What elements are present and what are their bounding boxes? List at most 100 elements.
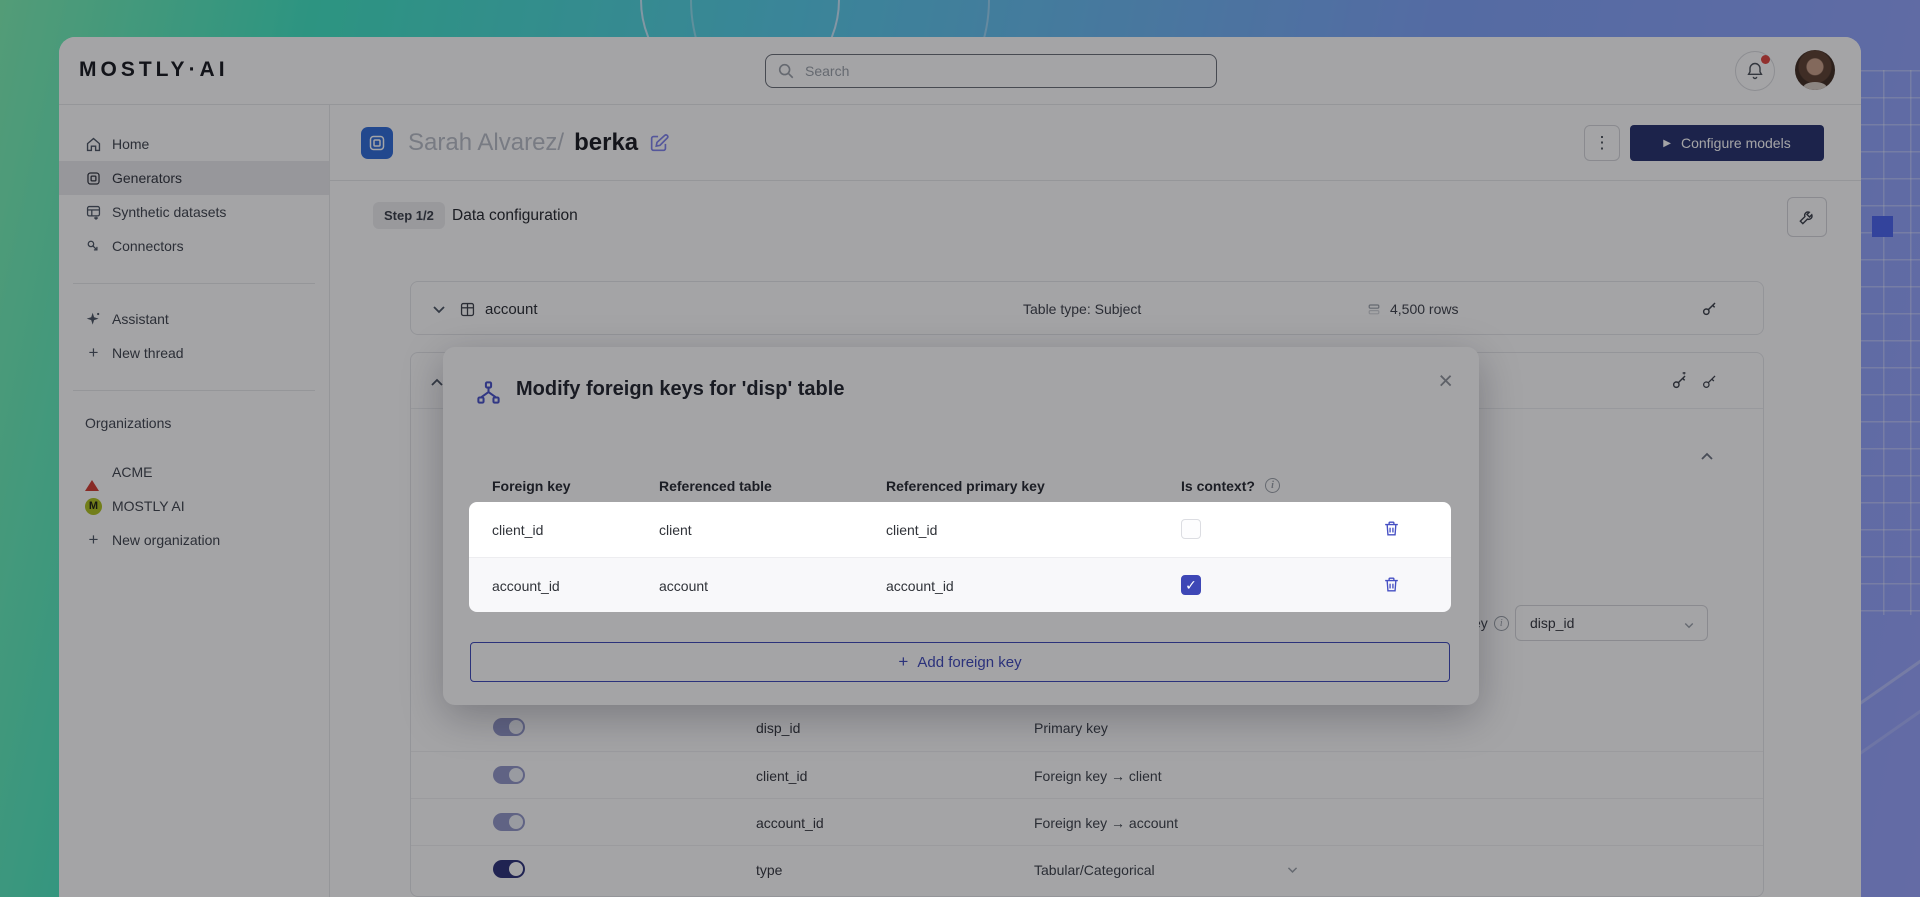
column-row-disp-id: disp_id Primary key [411, 704, 1763, 751]
sidebar-divider [73, 390, 315, 391]
sidebar-item-connectors[interactable]: Connectors [59, 229, 329, 263]
sidebar-item-assistant[interactable]: Assistant [59, 302, 329, 336]
table-type: Table type: Subject [1023, 301, 1142, 317]
foreign-key-cell: account_id [492, 577, 560, 594]
sidebar-item-label: Synthetic datasets [112, 204, 227, 220]
bell-icon [1747, 62, 1763, 80]
trash-icon [1384, 577, 1398, 592]
acme-logo-icon [85, 463, 102, 491]
sidebar-item-label: Home [112, 136, 150, 152]
foreign-key-cell: client_id [492, 521, 544, 538]
search-bar[interactable] [765, 54, 1217, 88]
more-options-button[interactable]: ⋮ [1584, 125, 1620, 161]
mostly-ai-org-icon: M [85, 497, 102, 515]
close-icon[interactable]: × [1438, 369, 1453, 394]
is-context-checkbox[interactable]: ✓ [1181, 575, 1201, 595]
chevron-down-icon[interactable] [431, 301, 447, 317]
column-header: Is context? [1181, 478, 1255, 494]
key-icon[interactable] [1700, 299, 1719, 318]
configure-models-button[interactable]: ▶ Configure models [1630, 125, 1824, 161]
workspace-settings-button[interactable] [1787, 197, 1827, 237]
trash-icon [1384, 521, 1398, 536]
add-foreign-key-label: Add foreign key [917, 653, 1022, 671]
play-icon: ▶ [1663, 137, 1671, 149]
column-encoding: Foreign key → client [1034, 767, 1162, 784]
info-icon: i [1493, 615, 1509, 631]
kebab-icon: ⋮ [1593, 133, 1611, 152]
sidebar-item-label: ACME [112, 464, 153, 480]
modal-title: Modify foreign keys for 'disp' table [516, 378, 845, 400]
generator-name: berka [574, 129, 639, 156]
generator-icon [361, 127, 393, 159]
plus-icon: + [88, 343, 99, 362]
account-table-card: account Table type: Subject 4,500 rows [410, 281, 1764, 335]
add-foreign-key-button[interactable]: + Add foreign key [470, 642, 1450, 682]
chevron-up-icon[interactable] [1699, 449, 1715, 465]
column-toggle[interactable] [493, 718, 525, 736]
chip-icon [87, 171, 100, 185]
dataset-icon [86, 205, 101, 220]
sidebar-item-org-acme[interactable]: ACME [59, 455, 329, 491]
desktop-background: MOSTLY·AI Home Generators S [0, 0, 1920, 897]
column-name: disp_id [756, 719, 801, 736]
primary-key-value: disp_id [1530, 615, 1575, 631]
column-name: client_id [756, 767, 808, 784]
generator-title: Sarah Alvarez/berka [408, 105, 670, 181]
step-badge: Step 1/2 [373, 202, 445, 229]
column-header: Foreign key [492, 478, 571, 494]
column-name: account_id [756, 814, 824, 831]
chevron-down-icon [1684, 623, 1694, 629]
rows-icon [1368, 304, 1380, 315]
sidebar-item-label: New thread [112, 345, 184, 361]
modify-foreign-keys-modal: Modify foreign keys for 'disp' table × F… [443, 347, 1479, 705]
chevron-down-icon[interactable] [1286, 863, 1299, 876]
user-avatar[interactable] [1795, 50, 1835, 90]
home-icon [86, 137, 101, 151]
generator-header: Sarah Alvarez/berka ⋮ ▶ Configure models [330, 105, 1861, 181]
column-row-account-id: account_id Foreign key → account [411, 798, 1763, 845]
delete-row-button[interactable] [1381, 519, 1401, 539]
sidebar-item-synthetic-datasets[interactable]: Synthetic datasets [59, 195, 329, 229]
sidebar-item-new-organization[interactable]: + New organization [59, 523, 329, 557]
column-header: Referenced primary key [886, 478, 1045, 494]
row-count-label: 4,500 rows [1390, 301, 1459, 317]
sidebar-item-org-mostly-ai[interactable]: M MOSTLY AI [59, 489, 329, 523]
edit-icon[interactable] [648, 132, 670, 154]
column-encoding: Foreign key → account [1034, 814, 1178, 831]
search-input[interactable] [795, 55, 1216, 87]
delete-row-button[interactable] [1381, 575, 1401, 595]
search-icon [778, 63, 794, 79]
column-toggle[interactable] [493, 766, 525, 784]
notifications-button[interactable] [1735, 51, 1775, 91]
sidebar-item-new-thread[interactable]: + New thread [59, 336, 329, 370]
sidebar-divider [73, 283, 315, 284]
wrench-icon [1799, 211, 1813, 225]
sidebar-item-label: MOSTLY AI [112, 498, 185, 514]
referenced-table-cell: client [659, 521, 692, 538]
decor-streak [1853, 614, 1920, 709]
referenced-primary-key-cell: account_id [886, 577, 954, 594]
primary-key-select[interactable]: disp_id [1515, 605, 1708, 641]
sidebar-item-label: Connectors [112, 238, 184, 254]
column-header: Referenced table [659, 478, 772, 494]
foreign-key-rows: client_id client client_id ✓ account_id … [469, 502, 1451, 612]
decor-grid-dot [1872, 216, 1893, 237]
ai-chip-icon [369, 135, 385, 151]
table-icon [460, 302, 475, 317]
key-outline-icon[interactable] [1700, 372, 1719, 391]
table-row: account_id account account_id ✓ [469, 557, 1451, 612]
configure-models-label: Configure models [1680, 135, 1791, 151]
magic-key-icon[interactable] [1670, 372, 1689, 391]
top-navbar: MOSTLY·AI [59, 37, 1861, 105]
sidebar-item-home[interactable]: Home [59, 127, 329, 161]
column-toggle[interactable] [493, 860, 525, 878]
sidebar-item-label: Generators [112, 170, 183, 186]
referenced-primary-key-cell: client_id [886, 521, 938, 538]
generator-owner: Sarah Alvarez/ [408, 129, 565, 156]
sidebar-item-label: New organization [112, 532, 221, 548]
notification-badge [1761, 55, 1770, 64]
is-context-checkbox[interactable]: ✓ [1181, 519, 1201, 539]
column-toggle[interactable] [493, 813, 525, 831]
sidebar-item-generators[interactable]: Generators [59, 161, 329, 195]
column-name: type [756, 861, 783, 878]
